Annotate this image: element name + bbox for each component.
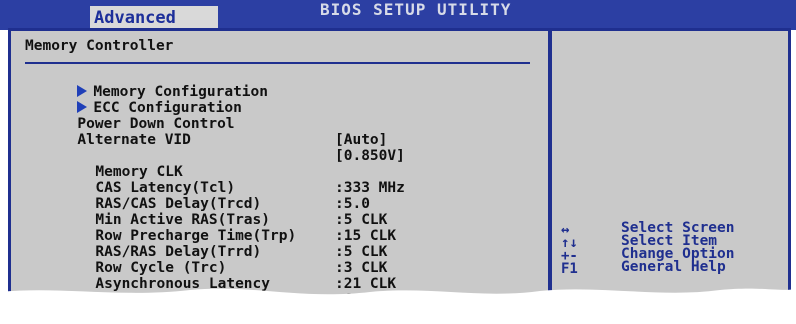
utility-title: BIOS SETUP UTILITY <box>320 0 512 19</box>
section-title: Memory Controller <box>25 38 174 54</box>
top-bar: BIOS SETUP UTILITY Advanced <box>0 0 796 30</box>
setting-label: Alternate VID <box>77 132 191 148</box>
settings-pane: Memory Controller Memory Configuration E… <box>11 31 547 308</box>
pane-divider <box>548 31 552 301</box>
tab-advanced[interactable]: Advanced <box>90 6 218 30</box>
main-frame: Memory Controller Memory Configuration E… <box>8 28 791 308</box>
section-divider <box>25 62 530 64</box>
torn-edge <box>0 288 796 304</box>
f1-key-icon: F1 <box>561 261 578 277</box>
help-pane: ↔ Select Screen ↑↓ Select Item +- Change… <box>553 31 788 301</box>
help-text: General Help <box>621 259 726 275</box>
